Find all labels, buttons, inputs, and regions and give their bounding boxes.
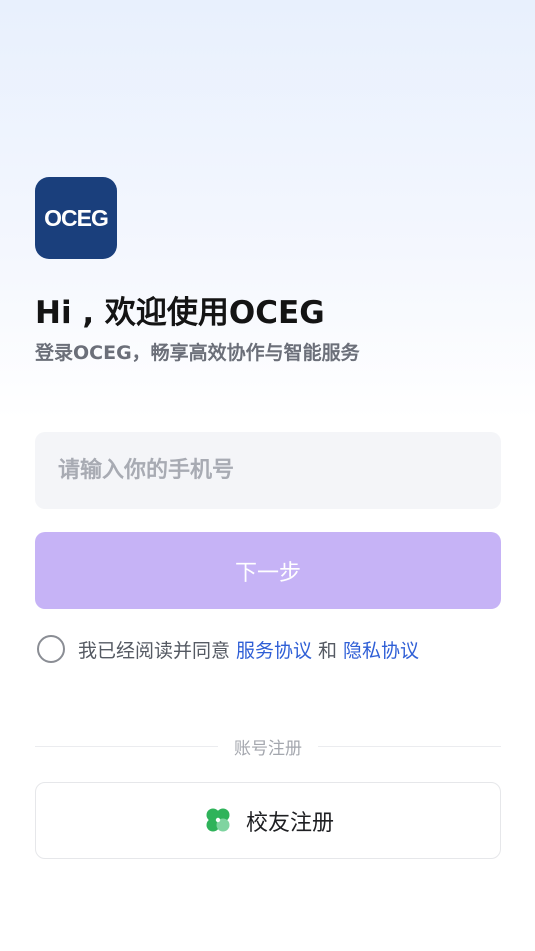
terms-link[interactable]: 服务协议 bbox=[236, 636, 312, 663]
clover-icon bbox=[206, 808, 230, 831]
page-title: Hi , 欢迎使用OCEG bbox=[35, 295, 325, 331]
divider-line-left bbox=[35, 745, 218, 747]
agree-radio[interactable] bbox=[37, 635, 65, 663]
logo-text: OCEG bbox=[44, 204, 109, 231]
next-button[interactable]: 下一步 bbox=[35, 532, 501, 609]
agreement-text: 我已经阅读并同意 bbox=[78, 639, 231, 662]
divider-line-right bbox=[318, 745, 501, 747]
register-divider: 账号注册 bbox=[35, 733, 501, 759]
divider-label: 账号注册 bbox=[234, 738, 302, 759]
alumni-register-button[interactable]: 校友注册 bbox=[35, 782, 501, 859]
agreement-row: 我已经阅读并同意 服务协议 和 隐私协议 bbox=[37, 635, 425, 663]
phone-input[interactable] bbox=[35, 432, 501, 509]
app-logo: OCEG bbox=[35, 177, 117, 259]
alumni-register-label: 校友注册 bbox=[245, 810, 334, 836]
agreement-and: 和 bbox=[318, 639, 338, 662]
page-subtitle: 登录OCEG，畅享高效协作与智能服务 bbox=[35, 342, 360, 364]
privacy-link[interactable]: 隐私协议 bbox=[343, 636, 419, 663]
